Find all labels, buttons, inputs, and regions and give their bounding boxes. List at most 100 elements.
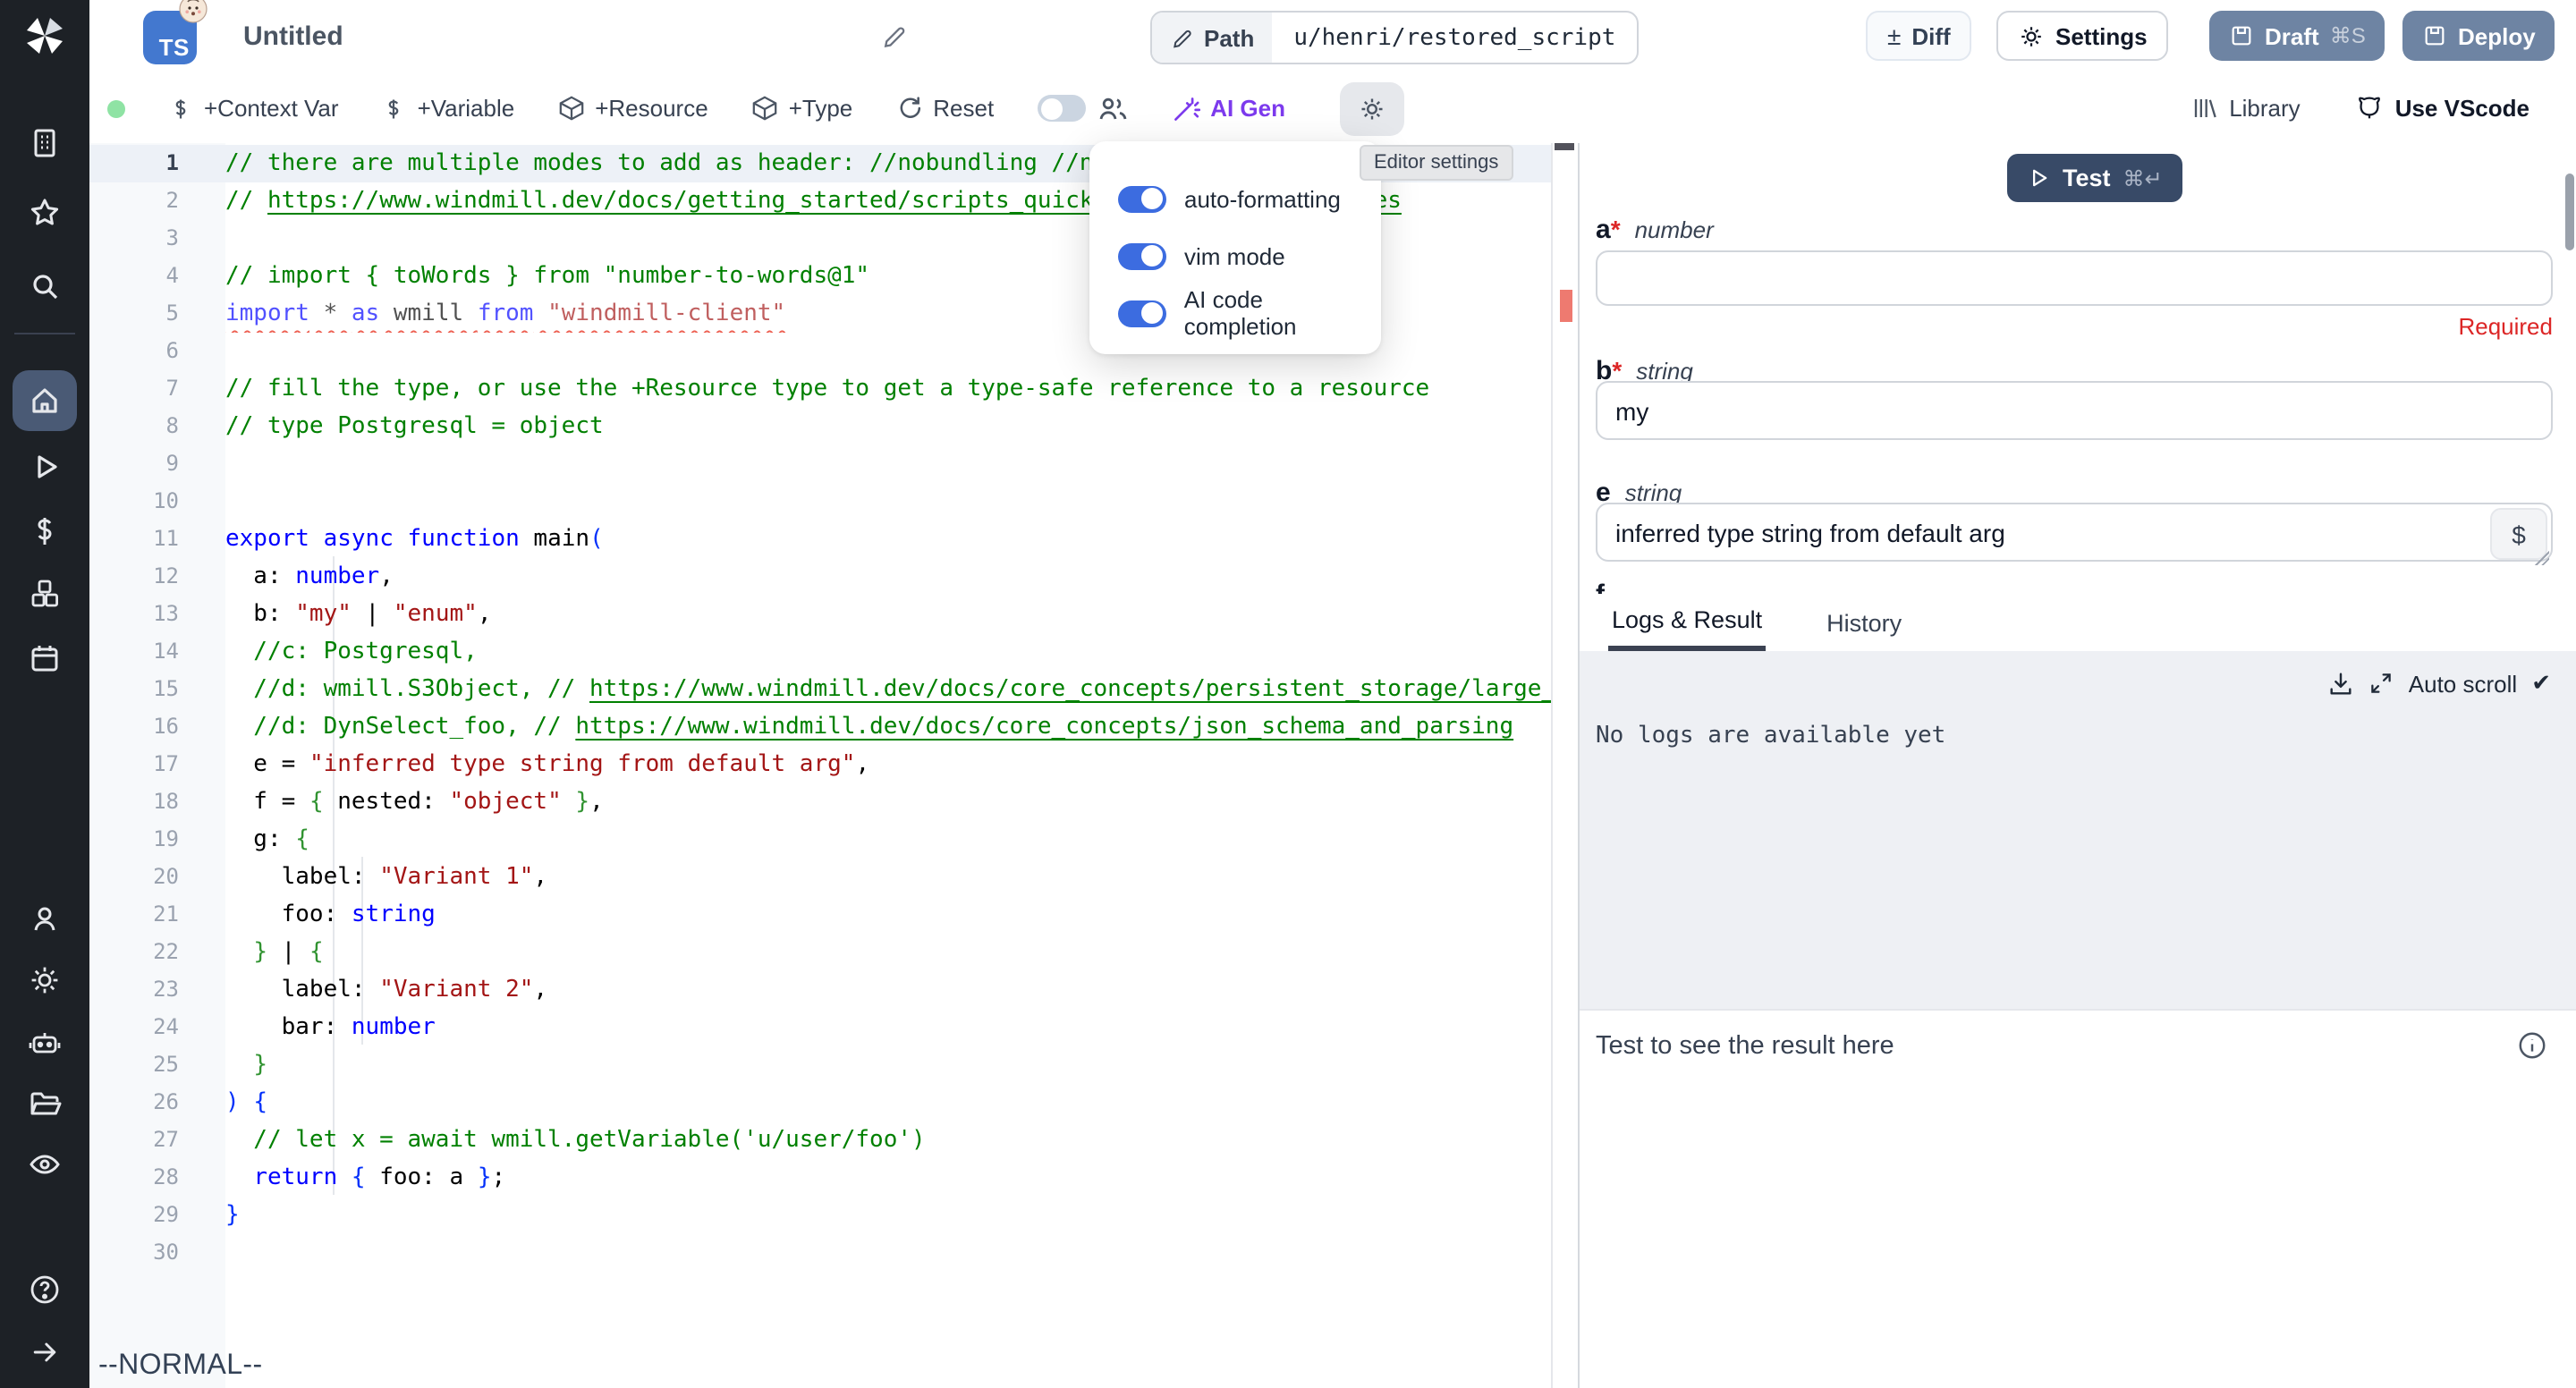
settings-button[interactable]: Settings <box>1996 11 2169 61</box>
cat-icon <box>2354 93 2385 123</box>
test-label: Test <box>2063 165 2111 191</box>
audit-eye-icon[interactable] <box>23 1143 66 1186</box>
download-icon[interactable] <box>2328 670 2355 697</box>
schedules-calendar-icon[interactable] <box>23 637 66 680</box>
ai-gen-button[interactable]: AI Gen <box>1171 94 1285 123</box>
code-line[interactable]: 23 label: "Variant 2", <box>89 971 1551 1009</box>
code-line[interactable]: 25 } <box>89 1046 1551 1084</box>
editor-toolbar: +Context Var +Variable +Resource +Type R… <box>89 73 2576 145</box>
code-line[interactable]: 11export async function main( <box>89 520 1551 558</box>
code-line[interactable]: 21 foo: string <box>89 896 1551 934</box>
sidebar-divider <box>14 333 75 334</box>
field-a-input[interactable] <box>1596 250 2553 306</box>
code-line[interactable]: 7// fill the type, or use the +Resource … <box>89 370 1551 408</box>
result-area: Test to see the result here <box>1580 1009 2576 1388</box>
check-icon[interactable]: ✔ <box>2531 669 2551 698</box>
code-line[interactable]: 10 <box>89 483 1551 520</box>
edit-title-pencil-icon[interactable] <box>880 23 907 50</box>
resources-cubes-icon[interactable] <box>23 572 66 615</box>
reset-button[interactable]: Reset <box>895 95 994 122</box>
help-icon[interactable] <box>23 1268 66 1311</box>
ai-gen-label: AI Gen <box>1210 95 1285 122</box>
use-vscode-button[interactable]: Use VScode <box>2354 93 2529 123</box>
code-line[interactable]: 20 label: "Variant 1", <box>89 859 1551 896</box>
editor-settings-button[interactable] <box>1339 81 1403 135</box>
logs-tabs: Logs & Result History <box>1580 594 2576 653</box>
tab-logs-result[interactable]: Logs & Result <box>1608 594 1766 651</box>
folders-icon[interactable] <box>23 1082 66 1125</box>
add-resource-label: +Resource <box>595 95 708 122</box>
code-line[interactable]: 17 e = "inferred type string from defaul… <box>89 746 1551 783</box>
code-line[interactable]: 29} <box>89 1197 1551 1234</box>
workers-robot-icon[interactable] <box>23 1021 66 1064</box>
home-icon[interactable] <box>23 379 66 422</box>
code-line[interactable]: 16 //d: DynSelect_foo, // https://www.wi… <box>89 708 1551 746</box>
editor-settings-tooltip: Editor settings <box>1360 145 1513 181</box>
dollar-icon <box>382 96 407 121</box>
top-header: TS Untitled Path u/henri/restored_script… <box>89 0 2576 75</box>
code-line[interactable]: 12 a: number, <box>89 558 1551 596</box>
users-person-icon[interactable] <box>23 898 66 941</box>
editor-settings-popover: auto-formatting vim mode AI code complet… <box>1089 141 1381 354</box>
windmill-logo[interactable] <box>21 13 68 59</box>
collab-toggle[interactable] <box>1037 95 1085 122</box>
draft-button[interactable]: Draft ⌘S <box>2209 11 2385 61</box>
search-icon[interactable] <box>23 265 66 308</box>
runs-play-icon[interactable] <box>23 445 66 488</box>
save-floppy-icon <box>2229 23 2254 48</box>
add-context-var-button[interactable]: +Context Var <box>168 95 339 122</box>
library-button[interactable]: Library <box>2191 95 2301 122</box>
code-line[interactable]: 28 return { foo: a }; <box>89 1159 1551 1197</box>
code-line[interactable]: 24 bar: number <box>89 1009 1551 1046</box>
dollar-icon <box>168 96 193 121</box>
add-resource-button[interactable]: +Resource <box>557 95 708 122</box>
info-icon[interactable] <box>2517 1030 2547 1061</box>
add-variable-button[interactable]: +Variable <box>382 95 515 122</box>
field-e-input[interactable] <box>1596 503 2553 562</box>
diff-button[interactable]: ± Diff <box>1866 11 1972 61</box>
package-icon <box>557 95 584 122</box>
code-line[interactable]: 15 //d: wmill.S3Object, // https://www.w… <box>89 671 1551 708</box>
field-b-input[interactable] <box>1596 381 2553 440</box>
code-line[interactable]: 18 f = { nested: "object" }, <box>89 783 1551 821</box>
code-line[interactable]: 9 <box>89 445 1551 483</box>
variables-dollar-icon[interactable] <box>23 510 66 553</box>
workspace-building-icon[interactable] <box>23 122 66 165</box>
tab-history[interactable]: History <box>1826 594 1902 651</box>
add-type-label: +Type <box>789 95 853 122</box>
auto-scroll-label[interactable]: Auto scroll <box>2409 670 2517 697</box>
gear-icon <box>1357 94 1385 123</box>
ai-code-completion-toggle[interactable] <box>1118 300 1166 326</box>
code-line[interactable]: 8// type Postgresql = object <box>89 408 1551 445</box>
logs-area: Auto scroll ✔ No logs are available yet <box>1580 651 2576 1009</box>
code-line[interactable]: 14 //c: Postgresql, <box>89 633 1551 671</box>
favorites-star-icon[interactable] <box>23 191 66 234</box>
test-button[interactable]: Test ⌘↵ <box>2007 154 2182 202</box>
code-line[interactable]: 22 } | { <box>89 934 1551 971</box>
avatar-badge <box>179 0 208 23</box>
package-icon <box>751 95 778 122</box>
gear-icon <box>2018 22 2045 49</box>
reset-label: Reset <box>933 95 994 122</box>
path-label: Path <box>1204 24 1254 51</box>
code-line[interactable]: 13 b: "my" | "enum", <box>89 596 1551 633</box>
auto-formatting-toggle[interactable] <box>1118 185 1166 212</box>
collapse-arrow-icon[interactable] <box>23 1331 66 1374</box>
vim-mode-toggle[interactable] <box>1118 242 1166 269</box>
play-icon <box>2027 166 2050 190</box>
expand-icon[interactable] <box>2369 671 2394 696</box>
code-line[interactable]: 26) { <box>89 1084 1551 1121</box>
code-line[interactable]: 30 <box>89 1234 1551 1272</box>
add-type-button[interactable]: +Type <box>751 95 853 122</box>
auto-formatting-label: auto-formatting <box>1184 185 1341 212</box>
settings-gear-icon[interactable] <box>23 959 66 1002</box>
library-icon <box>2191 95 2218 122</box>
field-f-partial: f <box>1596 580 1605 594</box>
textarea-resize-handle[interactable] <box>2535 551 2549 565</box>
editor-scrollbar-thumb[interactable] <box>1555 143 1574 150</box>
code-line[interactable]: 27 // let x = await wmill.getVariable('u… <box>89 1121 1551 1159</box>
form-scrollbar-thumb[interactable] <box>2565 174 2574 250</box>
deploy-button[interactable]: Deploy <box>2402 11 2555 61</box>
path-button[interactable]: Path u/henri/restored_script <box>1150 11 1639 64</box>
code-line[interactable]: 19 g: { <box>89 821 1551 859</box>
